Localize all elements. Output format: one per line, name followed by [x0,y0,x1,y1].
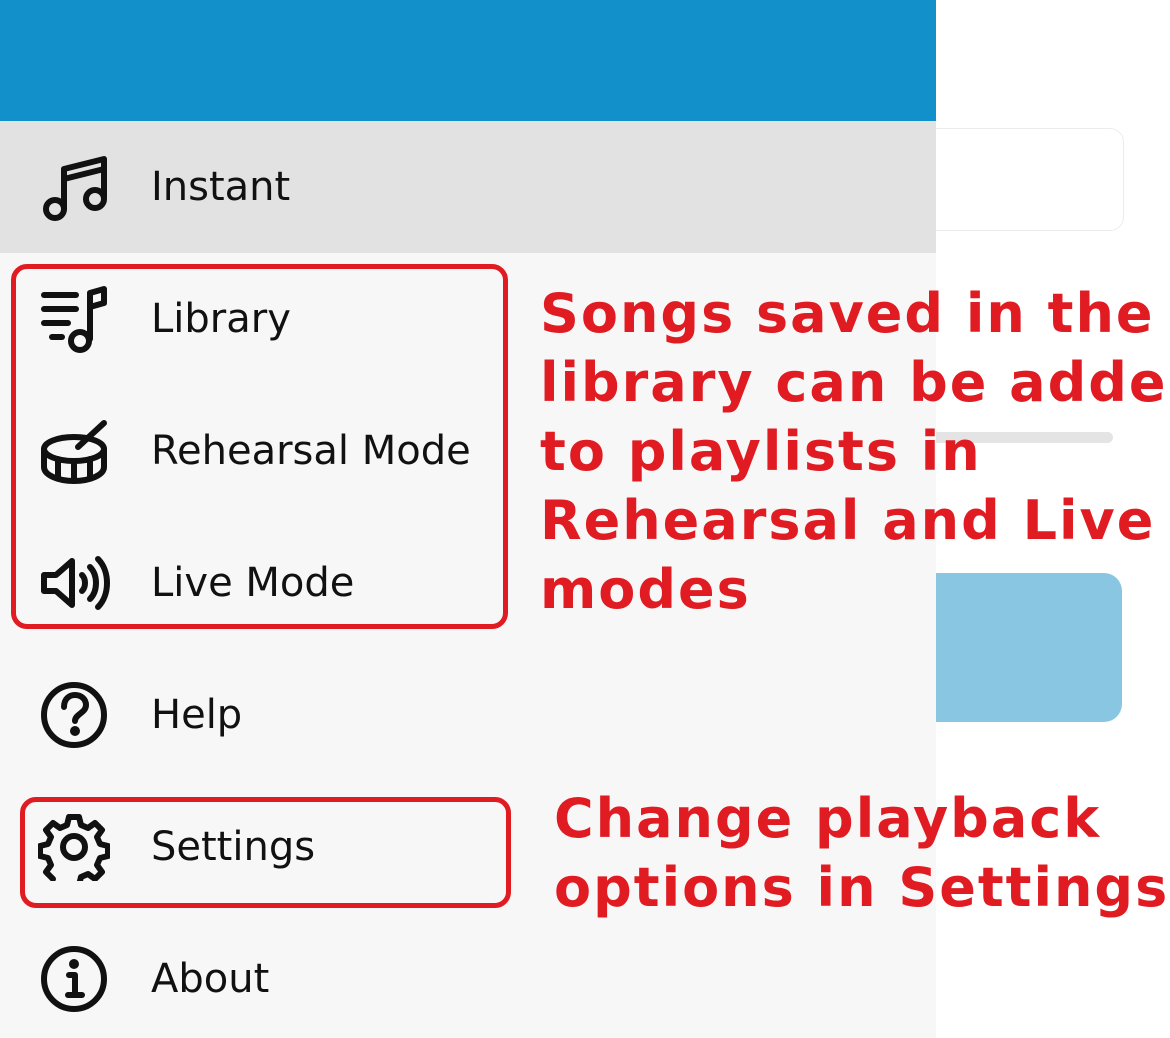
annotation-line: Rehearsal and Live [540,489,1156,552]
annotation-line: Change playback [554,787,1102,850]
annotation-line: to playlists in [540,420,982,483]
modes-highlight-box [11,264,508,629]
help-icon [38,681,110,749]
annotation-line: options in Settings [554,856,1170,919]
nav-item-about[interactable]: About [0,913,936,1038]
annotation-line: modes [540,558,751,621]
nav-item-help[interactable]: Help [0,649,936,781]
settings-annotation: Change playback options in Settings [554,784,1169,922]
modes-annotation: Songs saved in the library can be added … [540,279,1170,624]
annotation-line: Songs saved in the [540,282,1155,345]
info-icon [38,945,110,1013]
nav-item-instant[interactable]: Instant [0,121,936,253]
nav-item-label: About [151,956,270,1002]
nav-item-label: Instant [151,164,291,210]
music-notes-icon [38,153,110,221]
nav-item-label: Help [151,692,243,738]
annotation-line: library can be added [540,351,1170,414]
drawer-header [0,0,936,121]
settings-highlight-box [20,797,511,908]
